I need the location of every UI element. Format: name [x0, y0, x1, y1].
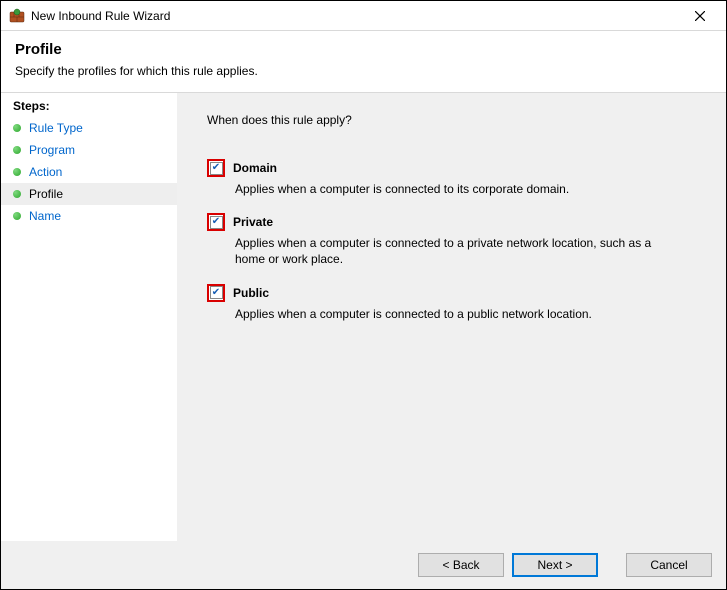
option-public: ✔ Public Applies when a computer is conn… — [207, 284, 702, 322]
step-program[interactable]: Program — [1, 139, 177, 161]
step-name[interactable]: Name — [1, 205, 177, 227]
close-button[interactable] — [680, 2, 720, 30]
back-button[interactable]: < Back — [418, 553, 504, 577]
step-label: Profile — [29, 187, 63, 201]
option-domain: ✔ Domain Applies when a computer is conn… — [207, 159, 702, 197]
checkbox-domain[interactable]: ✔ — [207, 159, 225, 177]
content-prompt: When does this rule apply? — [207, 113, 702, 127]
option-label: Domain — [233, 161, 277, 175]
step-bullet-icon — [13, 212, 21, 220]
cancel-button[interactable]: Cancel — [626, 553, 712, 577]
wizard-window: New Inbound Rule Wizard Profile Specify … — [0, 0, 727, 590]
button-bar: < Back Next > Cancel — [1, 541, 726, 589]
step-label: Name — [29, 209, 61, 223]
checkbox-inner: ✔ — [210, 216, 223, 229]
option-row: ✔ Public — [207, 284, 702, 302]
checkmark-icon: ✔ — [212, 217, 220, 227]
checkmark-icon: ✔ — [212, 288, 220, 298]
body-area: Steps: Rule Type Program Action Profile … — [1, 93, 726, 541]
option-desc: Applies when a computer is connected to … — [235, 306, 675, 322]
step-profile[interactable]: Profile — [1, 183, 177, 205]
checkbox-public[interactable]: ✔ — [207, 284, 225, 302]
checkbox-inner: ✔ — [210, 162, 223, 175]
step-bullet-icon — [13, 168, 21, 176]
checkbox-private[interactable]: ✔ — [207, 213, 225, 231]
step-rule-type[interactable]: Rule Type — [1, 117, 177, 139]
option-row: ✔ Domain — [207, 159, 702, 177]
step-label: Action — [29, 165, 62, 179]
steps-header: Steps: — [1, 99, 177, 117]
page-subtitle: Specify the profiles for which this rule… — [15, 64, 712, 78]
option-row: ✔ Private — [207, 213, 702, 231]
step-label: Rule Type — [29, 121, 83, 135]
header-section: Profile Specify the profiles for which t… — [1, 31, 726, 93]
step-bullet-icon — [13, 190, 21, 198]
checkmark-icon: ✔ — [212, 163, 220, 173]
step-bullet-icon — [13, 124, 21, 132]
close-icon — [695, 8, 705, 24]
titlebar: New Inbound Rule Wizard — [1, 1, 726, 31]
step-label: Program — [29, 143, 75, 157]
option-desc: Applies when a computer is connected to … — [235, 235, 675, 267]
steps-panel: Steps: Rule Type Program Action Profile … — [1, 93, 177, 541]
window-title: New Inbound Rule Wizard — [31, 9, 680, 23]
option-label: Public — [233, 286, 269, 300]
option-private: ✔ Private Applies when a computer is con… — [207, 213, 702, 267]
step-bullet-icon — [13, 146, 21, 154]
firewall-icon — [9, 8, 25, 24]
option-desc: Applies when a computer is connected to … — [235, 181, 675, 197]
option-label: Private — [233, 215, 273, 229]
next-button[interactable]: Next > — [512, 553, 598, 577]
step-action[interactable]: Action — [1, 161, 177, 183]
content-panel: When does this rule apply? ✔ Domain Appl… — [177, 93, 726, 541]
checkbox-inner: ✔ — [210, 286, 223, 299]
page-title: Profile — [15, 41, 712, 58]
